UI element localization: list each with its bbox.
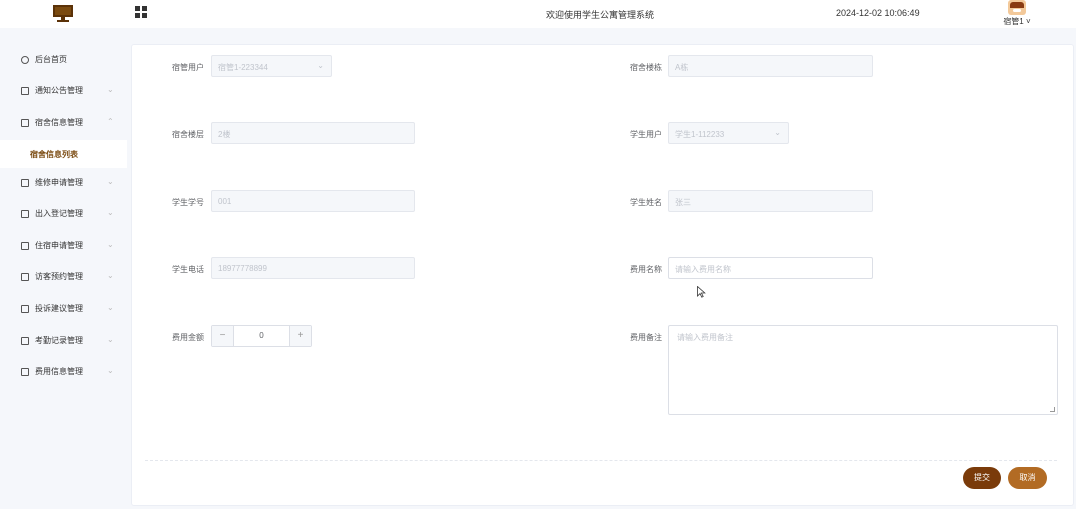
datetime-display: 2024-12-02 10:06:49 [836,8,920,18]
sidebar-item-label: 后台首页 [35,55,67,64]
chevron-down-icon: ⌄ [107,271,114,280]
sidebar-item-label: 费用信息管理 [35,367,83,376]
sidebar-item-label: 维修申请管理 [35,178,83,187]
cancel-button[interactable]: 取消 [1008,467,1047,489]
sidebar-item-label: 出入登记管理 [35,209,83,218]
sidebar-item-attendance[interactable]: 考勤记录管理 ⌄ [0,328,127,356]
student-user-select: 学生1-112233 ⌄ [668,122,789,144]
chevron-down-icon: ⌄ [107,335,114,344]
doc-icon [21,119,29,127]
sidebar-item-fee[interactable]: 费用信息管理 ⌄ [0,359,127,387]
sidebar-item-dorm-info[interactable]: 宿舍信息管理 ⌃ [0,110,127,138]
sidebar-item-complaint[interactable]: 投诉建议管理 ⌄ [0,296,127,324]
sidebar-subitem-label: 宿舍信息列表 [30,150,78,159]
fee-name-label: 费用名称 [630,265,662,274]
header-divider [0,28,1076,36]
sidebar: 后台首页 通知公告管理 ⌄ 宿舍信息管理 ⌃ 宿舍信息列表 维修申请管理 ⌄ 出… [0,36,127,509]
doc-icon [21,368,29,376]
sidebar-item-label: 通知公告管理 [35,86,83,95]
sidebar-item-visitor[interactable]: 访客预约管理 ⌄ [0,264,127,292]
sidebar-item-notice[interactable]: 通知公告管理 ⌄ [0,78,127,106]
fee-note-placeholder: 请输入费用备注 [677,333,733,342]
chevron-down-icon: ⌄ [774,128,781,137]
dorm-user-label: 宿管用户 [172,63,204,72]
chevron-down-icon: ⌄ [107,208,114,217]
logo-monitor-icon [53,5,73,22]
chevron-down-icon: ⌄ [107,240,114,249]
doc-icon [21,179,29,187]
increment-button[interactable]: + [289,326,311,346]
chevron-down-icon: ⌄ [107,85,114,94]
doc-icon [21,273,29,281]
decrement-button[interactable]: − [212,326,234,346]
grid-menu-toggle-icon[interactable] [135,6,147,18]
avatar [1008,0,1026,15]
student-name-label: 学生姓名 [630,198,662,207]
submit-button[interactable]: 提交 [963,467,1001,489]
student-name-value: 张三 [675,198,691,207]
form-divider [145,460,1057,461]
floor-value: 2楼 [218,130,231,139]
top-bar: 欢迎使用学生公寓管理系统 2024-12-02 10:06:49 宿管1 ˅ [0,0,1076,28]
building-label: 宿舍楼栋 [630,63,662,72]
fee-name-placeholder: 请输入费用名称 [675,265,731,274]
doc-icon [21,337,29,345]
resize-handle-icon[interactable] [1050,407,1055,412]
phone-value: 18977778899 [218,264,267,273]
sidebar-item-home[interactable]: 后台首页 [0,47,127,75]
welcome-text: 欢迎使用学生公寓管理系统 [545,10,654,20]
fee-note-textarea[interactable]: 请输入费用备注 [668,325,1058,415]
student-name-field: 张三 [668,190,873,212]
chevron-down-icon: ⌄ [107,177,114,186]
sidebar-item-label: 考勤记录管理 [35,336,83,345]
sidebar-item-label: 投诉建议管理 [35,304,83,313]
fee-amount-stepper: − 0 + [211,325,312,347]
user-menu[interactable]: 宿管1 ˅ [1000,0,1034,28]
dorm-user-select: 宿管1-223344 ⌄ [211,55,332,77]
floor-field: 2楼 [211,122,415,144]
student-no-field: 001 [211,190,415,212]
student-user-value: 学生1-112233 [675,130,725,139]
phone-field: 18977778899 [211,257,415,279]
student-no-label: 学生学号 [172,198,204,207]
chevron-down-icon: ˅ [1023,17,1031,26]
fee-name-input[interactable]: 请输入费用名称 [668,257,873,279]
clock-icon [21,56,29,64]
sidebar-item-repair[interactable]: 维修申请管理 ⌄ [0,170,127,198]
building-value: A栋 [675,63,689,72]
chevron-up-icon: ⌃ [107,117,114,126]
dorm-user-value: 宿管1-223344 [218,63,268,72]
chevron-down-icon: ⌄ [107,366,114,375]
chevron-down-icon: ⌄ [317,61,324,70]
doc-icon [21,305,29,313]
user-name: 宿管1 [1003,17,1024,26]
sidebar-subitem-dorm-list[interactable]: 宿舍信息列表 [0,140,127,168]
fee-note-label: 费用备注 [630,333,662,342]
sidebar-item-label: 访客预约管理 [35,272,83,281]
fee-amount-value[interactable]: 0 [234,326,289,346]
sidebar-item-label: 宿舍信息管理 [35,118,83,127]
doc-icon [21,87,29,95]
sidebar-item-label: 住宿申请管理 [35,241,83,250]
sidebar-item-accommodation[interactable]: 住宿申请管理 ⌄ [0,233,127,261]
phone-label: 学生电话 [172,265,204,274]
doc-icon [21,242,29,250]
building-field: A栋 [668,55,873,77]
student-no-value: 001 [218,197,232,206]
fee-amount-label: 费用金额 [172,333,204,342]
chevron-down-icon: ⌄ [107,303,114,312]
sidebar-item-access[interactable]: 出入登记管理 ⌄ [0,201,127,229]
student-user-label: 学生用户 [630,130,662,139]
floor-label: 宿舍楼层 [172,130,204,139]
doc-icon [21,210,29,218]
